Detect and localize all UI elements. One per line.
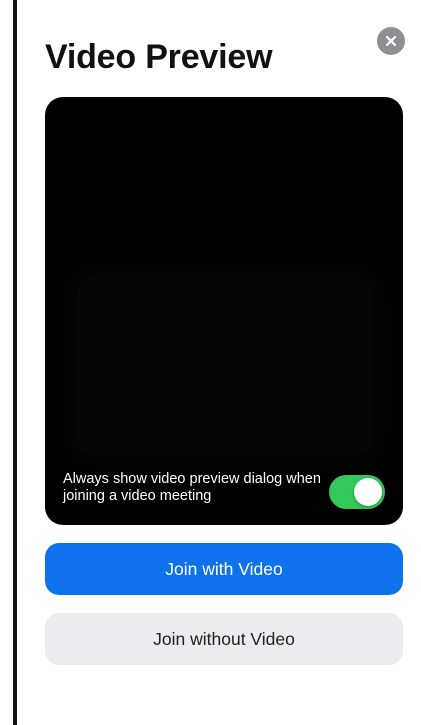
dialog-title: Video Preview [45, 38, 273, 76]
video-preview-dialog: Video Preview Always show video preview … [17, 0, 421, 725]
close-button[interactable] [377, 27, 405, 55]
join-with-video-button[interactable]: Join with Video [45, 543, 403, 595]
close-icon [385, 35, 397, 47]
join-without-video-button[interactable]: Join without Video [45, 613, 403, 665]
camera-feed-placeholder [78, 278, 372, 454]
video-preview-area: Always show video preview dialog when jo… [45, 97, 403, 525]
always-show-preview-label: Always show video preview dialog when jo… [63, 471, 321, 504]
always-show-preview-toggle[interactable] [329, 475, 385, 509]
toggle-knob [354, 478, 382, 506]
background-window-edge [0, 0, 17, 725]
